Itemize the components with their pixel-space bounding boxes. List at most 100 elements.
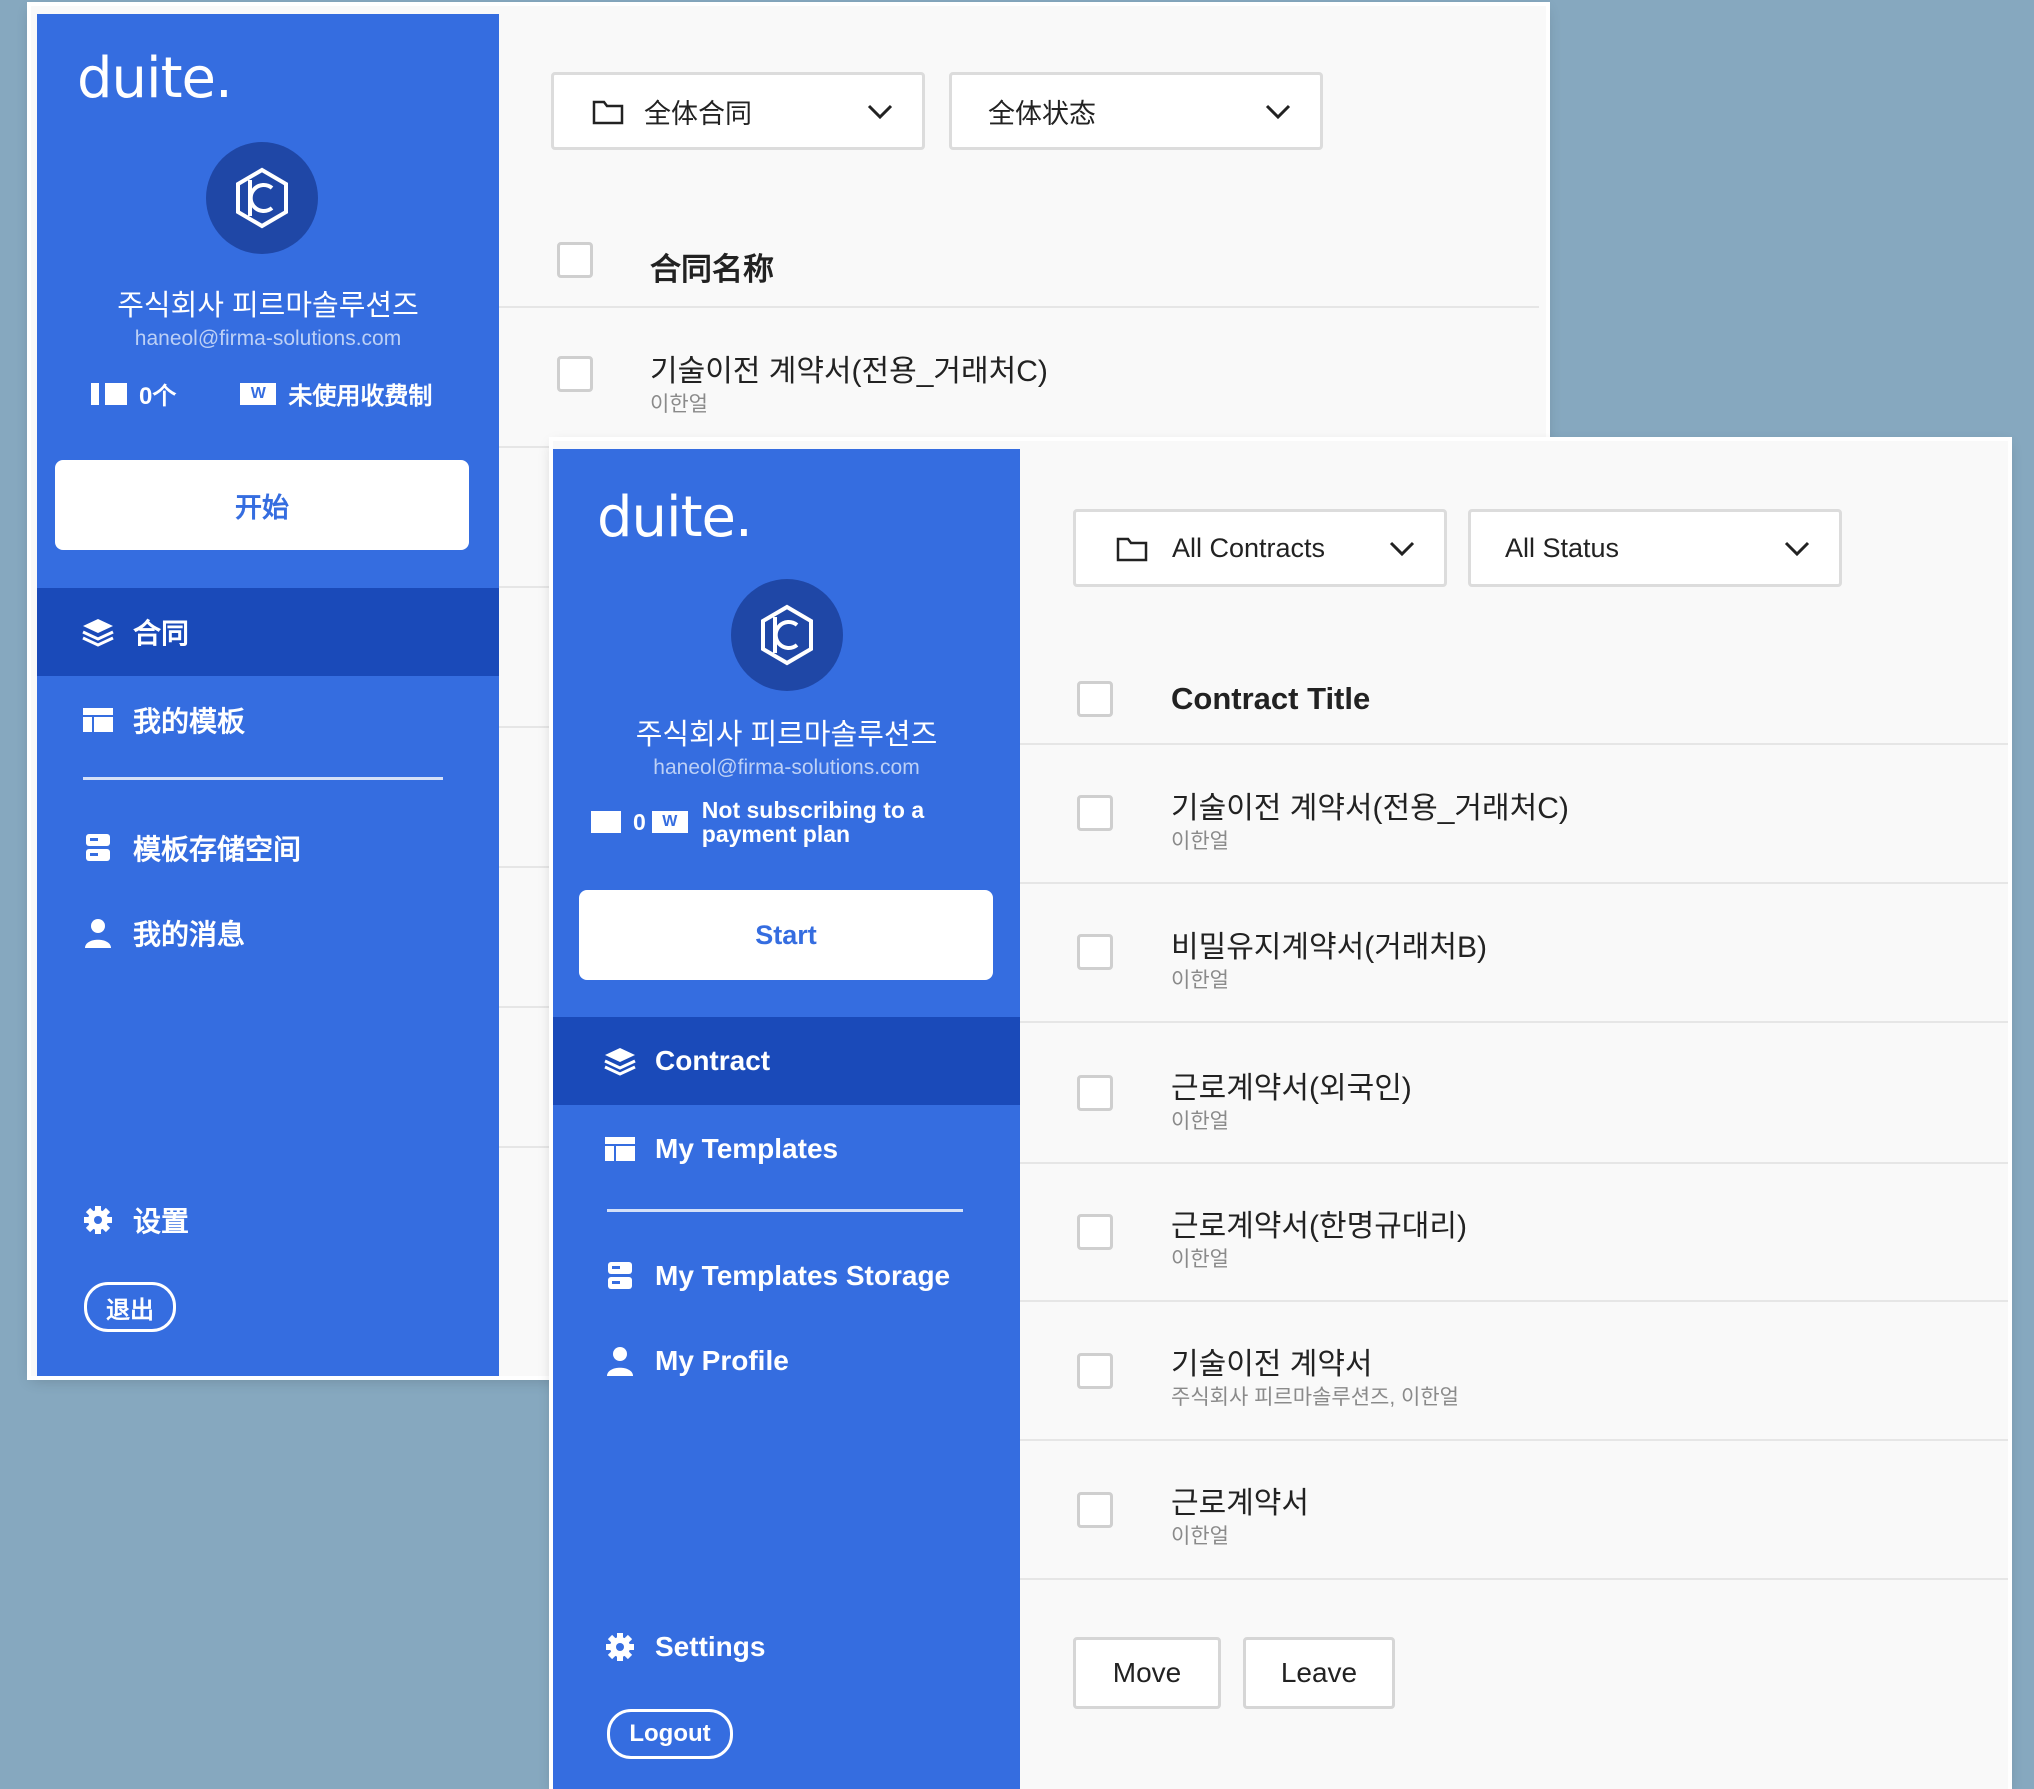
start-button[interactable]: 开始	[55, 460, 469, 550]
user-icon	[81, 916, 115, 950]
sidebar-item-contract[interactable]: Contract	[553, 1017, 1020, 1105]
leave-button[interactable]: Leave	[1243, 1637, 1395, 1709]
row-subtitle: 주식회사 피르마솔루션즈, 이한얼	[1171, 1386, 1459, 1409]
chevron-down-icon	[1388, 534, 1416, 565]
logout-button[interactable]: Logout	[607, 1709, 733, 1759]
contract-filter-value: 全体合同	[644, 98, 752, 129]
row-divider	[499, 306, 1539, 308]
table-icon	[81, 703, 115, 737]
gear-icon	[81, 1203, 115, 1237]
sidebar: duite. 주식회사 피르마솔루션즈 haneol@firma-solutio…	[37, 14, 499, 1376]
user-email: haneol@firma-solutions.com	[653, 756, 920, 779]
row-checkbox[interactable]	[1077, 795, 1113, 831]
contract-filter-dropdown[interactable]: 全体合同	[551, 72, 925, 150]
company-avatar	[206, 142, 318, 254]
front-app-window: duite. 주식회사 피르마솔루션즈 haneol@firma-solutio…	[553, 441, 2008, 1789]
row-divider	[1020, 1578, 2008, 1580]
row-checkbox[interactable]	[1077, 934, 1113, 970]
row-divider	[1020, 1439, 2008, 1441]
sidebar-item-label: 我的消息	[133, 919, 246, 950]
folder-icon	[1116, 536, 1148, 569]
row-subtitle: 이한얼	[650, 393, 708, 416]
row-title: 비밀유지계약서(거래처B)	[1171, 931, 1487, 964]
logout-button[interactable]: 退出	[84, 1282, 176, 1332]
select-all-checkbox[interactable]	[557, 242, 593, 278]
row-checkbox[interactable]	[1077, 1214, 1113, 1250]
row-checkbox[interactable]	[1077, 1075, 1113, 1111]
status-filter-value: All Status	[1505, 532, 1620, 563]
plan-status-line1: Not subscribing to a	[701, 797, 925, 823]
row-divider	[1020, 1300, 2008, 1302]
sidebar-item-label: My Templates	[655, 1133, 839, 1164]
brand-mark-icon	[236, 167, 288, 229]
sidebar-item-my-templates[interactable]: My Templates	[553, 1105, 1020, 1193]
user-icon	[603, 1344, 637, 1378]
sidebar-divider	[607, 1209, 963, 1212]
row-subtitle: 이한얼	[1171, 969, 1229, 992]
sidebar-item-label: My Templates Storage	[655, 1260, 951, 1291]
row-checkbox[interactable]	[1077, 1353, 1113, 1389]
status-filter-value: 全体状态	[988, 98, 1096, 129]
row-title: 근로계약서(한명규대리)	[1171, 1210, 1467, 1243]
sidebar-item-settings[interactable]: 设置	[37, 1176, 499, 1264]
sidebar-item-label: Contract	[655, 1045, 771, 1076]
won-icon: W	[240, 382, 277, 405]
storage-icon	[81, 831, 115, 865]
row-subtitle: 이한얼	[1171, 1110, 1229, 1133]
sidebar-item-label: Settings	[655, 1631, 766, 1662]
brand-mark-icon	[761, 604, 813, 666]
won-icon: W	[651, 811, 688, 833]
chevron-down-icon	[866, 97, 894, 128]
row-divider	[1020, 743, 2008, 745]
sidebar-item-contract[interactable]: 合同	[37, 588, 499, 676]
plan-status: Not subscribing to a payment plan	[702, 798, 924, 846]
row-title: 근로계약서(외국인)	[1171, 1072, 1412, 1105]
contract-filter-value: All Contracts	[1172, 532, 1326, 563]
sidebar-item-templates-storage[interactable]: 模板存储空间	[37, 804, 499, 892]
sidebar-item-label: 我的模板	[133, 706, 246, 737]
chevron-down-icon	[1783, 534, 1811, 565]
row-title: 근로계약서	[1171, 1487, 1309, 1520]
folder-icon	[592, 99, 624, 132]
move-button[interactable]: Move	[1073, 1637, 1221, 1709]
storage-icon	[603, 1259, 637, 1293]
row-divider	[1020, 882, 2008, 884]
sidebar-item-label: My Profile	[655, 1345, 789, 1376]
row-divider	[1020, 1021, 2008, 1023]
contract-count: 0个	[139, 383, 177, 410]
column-header-title: 合同名称	[650, 252, 774, 287]
sidebar-item-my-profile[interactable]: My Profile	[553, 1317, 1020, 1405]
column-header-title: Contract Title	[1171, 681, 1371, 716]
status-filter-dropdown[interactable]: All Status	[1468, 509, 1842, 587]
sidebar-item-templates-storage[interactable]: My Templates Storage	[553, 1232, 1020, 1320]
sidebar-item-label: 合同	[133, 618, 190, 649]
plan-status: 未使用收费制	[288, 383, 433, 410]
select-all-checkbox[interactable]	[1077, 681, 1113, 717]
gear-icon	[603, 1630, 637, 1664]
sidebar-item-my-profile[interactable]: 我的消息	[37, 889, 499, 977]
row-divider	[1020, 1162, 2008, 1164]
contract-count: 0	[633, 808, 646, 835]
row-checkbox[interactable]	[557, 356, 593, 392]
row-checkbox[interactable]	[1077, 1492, 1113, 1528]
account-stats: 0个 W 未使用收费制	[91, 376, 432, 411]
doc-count-icon	[585, 811, 621, 833]
sidebar-item-label: 模板存储空间	[133, 834, 302, 865]
account-stats: 0 W Not subscribing to a payment plan	[585, 798, 924, 846]
app-logo: duite.	[597, 485, 753, 550]
layers-icon	[603, 1044, 637, 1078]
row-title: 기술이전 계약서(전용_거래처C)	[650, 355, 1048, 388]
row-title: 기술이전 계약서(전용_거래처C)	[1171, 792, 1569, 825]
company-name: 주식회사 피르마솔루션즈	[117, 290, 419, 322]
sidebar-item-settings[interactable]: Settings	[553, 1603, 1020, 1691]
start-button[interactable]: Start	[579, 890, 993, 980]
table-icon	[603, 1132, 637, 1166]
sidebar-item-label: 设置	[133, 1206, 190, 1237]
row-title: 기술이전 계약서	[1171, 1348, 1373, 1381]
contract-filter-dropdown[interactable]: All Contracts	[1073, 509, 1447, 587]
plan-status-line2: payment plan	[701, 821, 851, 847]
row-subtitle: 이한얼	[1171, 1248, 1229, 1271]
sidebar-item-my-templates[interactable]: 我的模板	[37, 676, 499, 764]
status-filter-dropdown[interactable]: 全体状态	[949, 72, 1323, 150]
company-avatar	[731, 579, 843, 691]
